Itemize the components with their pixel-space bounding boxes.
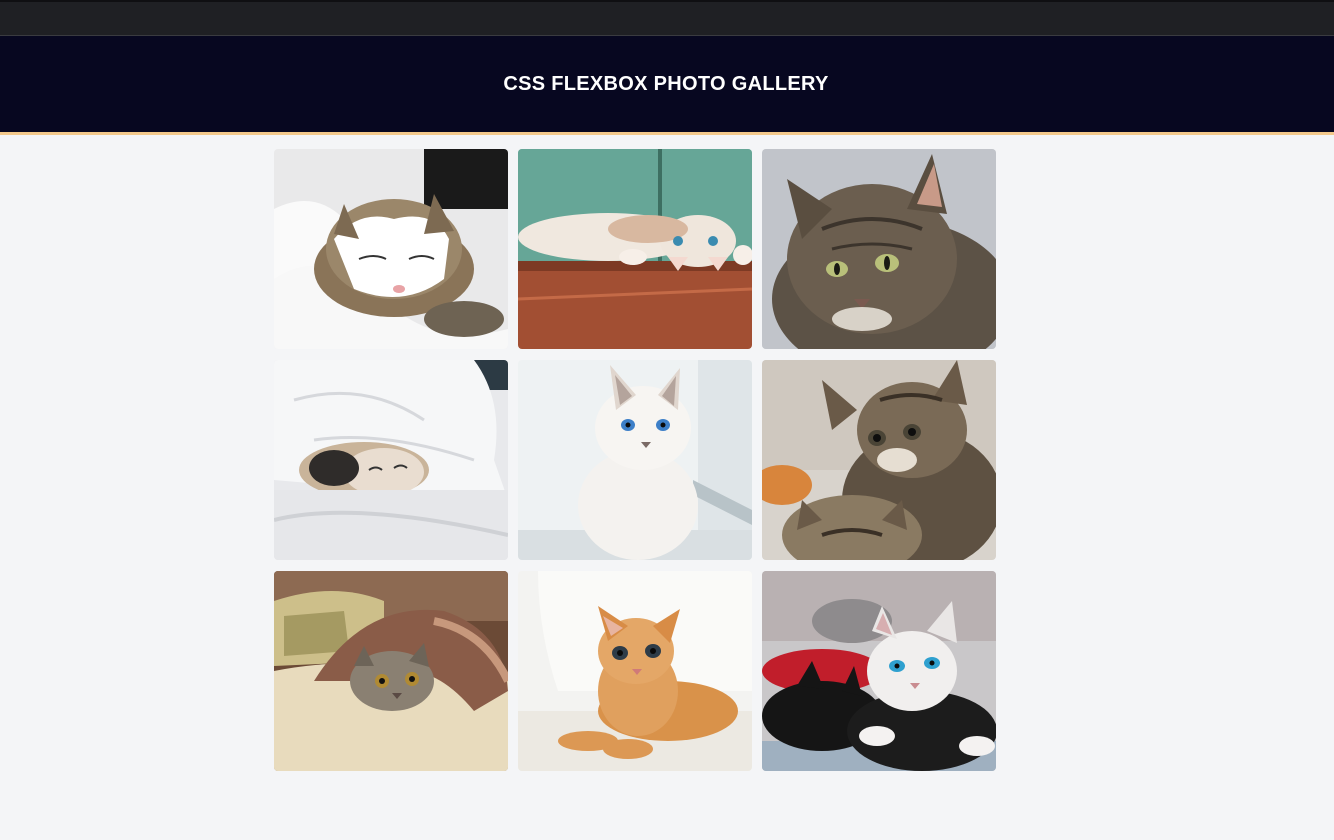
page-header: CSS FLEXBOX PHOTO GALLERY — [0, 36, 1334, 135]
cat-photo-image — [762, 571, 996, 771]
gallery-photo[interactable] — [518, 149, 752, 349]
cat-photo-image — [274, 360, 508, 560]
cat-photo-image — [518, 149, 752, 349]
cat-photo-image — [762, 360, 996, 560]
gallery-photo[interactable] — [274, 571, 508, 771]
gallery-photo[interactable] — [518, 571, 752, 771]
cat-photo-image — [518, 360, 752, 560]
gallery-photo[interactable] — [274, 149, 508, 349]
cat-photo-image — [762, 149, 996, 349]
cat-photo-image — [274, 149, 508, 349]
page-title: CSS FLEXBOX PHOTO GALLERY — [503, 72, 829, 95]
browser-top-bar — [0, 0, 1334, 36]
cat-photo-image — [274, 571, 508, 771]
gallery-photo[interactable] — [762, 149, 996, 349]
gallery-photo[interactable] — [762, 571, 996, 771]
gallery-photo[interactable] — [518, 360, 752, 560]
photo-gallery — [274, 149, 996, 771]
gallery-photo[interactable] — [762, 360, 996, 560]
gallery-photo[interactable] — [274, 360, 508, 560]
cat-photo-image — [518, 571, 752, 771]
